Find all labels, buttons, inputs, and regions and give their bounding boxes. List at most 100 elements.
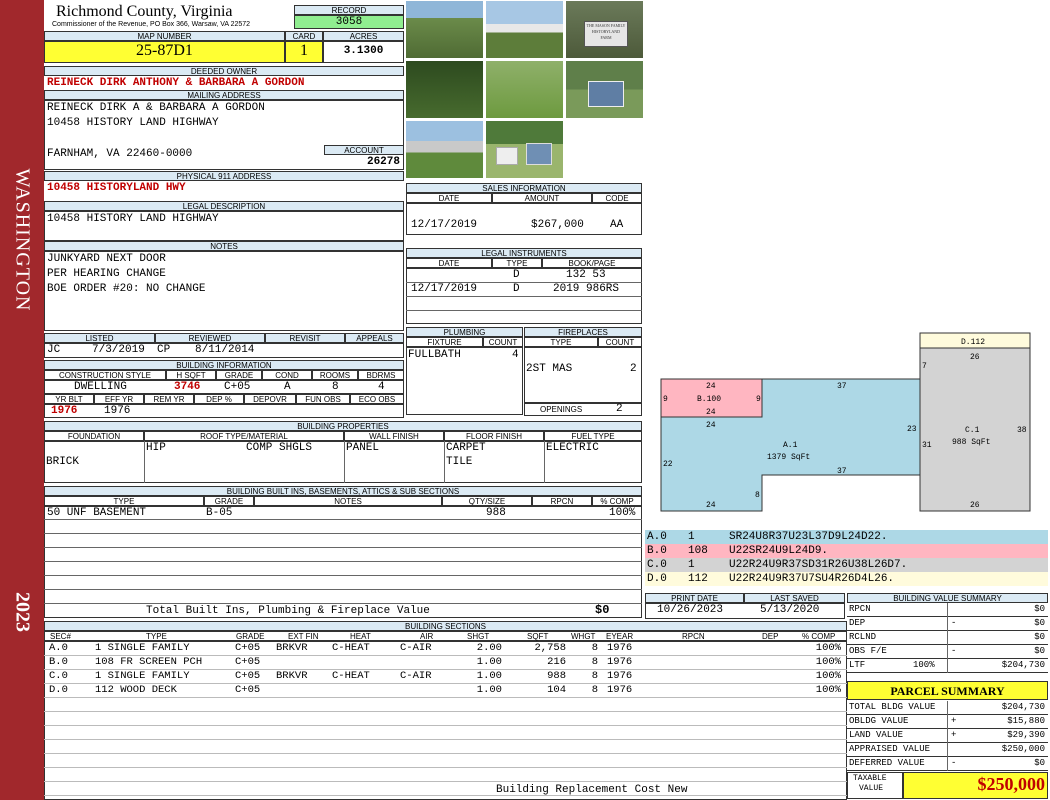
depovr-header: DEPOVR (244, 394, 296, 404)
section-grid-line (44, 725, 847, 726)
photo-shed-1[interactable] (565, 60, 644, 119)
props-div-2 (344, 441, 345, 483)
mailing-line1: REINECK DIRK A & BARBARA A GORDON (47, 102, 265, 114)
roof-type: HIP (146, 442, 166, 454)
section-cell-type: 108 FR SCREEN PCH (95, 656, 203, 668)
section-cell-comp: 100% (815, 656, 841, 668)
section-cell-grade: C+05 (235, 656, 261, 668)
owner-name: REINECK DIRK ANTHONY & BARBARA A GORDON (47, 77, 305, 89)
fixture-header: FIXTURE (406, 337, 483, 347)
builtins-label: BUILDING BUILT INS, BASEMENTS, ATTICS & … (44, 486, 642, 496)
section-cell-air: C-AIR (400, 670, 432, 682)
bi-qty-header: QTY/SIZE (442, 496, 532, 506)
section-cell-grade: C+05 (235, 642, 261, 654)
section-grid-line (44, 683, 847, 684)
openings-label: OPENINGS (540, 405, 583, 414)
floor-header: FLOOR FINISH (444, 431, 544, 441)
photo-house-1[interactable] (405, 0, 484, 59)
vector-c-num: 1 (688, 559, 695, 571)
effective-year: 1976 (104, 405, 131, 417)
sec-h-type: TYPE (146, 632, 167, 641)
sketch-c-left: 31 (922, 441, 932, 450)
sketch-c-left-top: 23 (907, 425, 917, 434)
legal-description: 10458 HISTORY LAND HIGHWAY (47, 213, 219, 225)
section-grid-line (44, 655, 847, 656)
plumbing-label: PLUMBING (406, 327, 523, 337)
section-cell-ext: BRKVR (276, 642, 308, 654)
sketch-a-top: 37 (837, 382, 847, 391)
card-number: 1 (300, 42, 308, 59)
sign-text: THE MASON FAMILY HISTORYLAND FARM (586, 23, 626, 40)
sec-h-shgt: SHGT (467, 632, 490, 641)
section-row: D.0 112 WOOD DECK C+05 1.00 104 8 1976 100% (0, 683, 847, 697)
bi-line-3 (44, 547, 642, 548)
fp-count-header: COUNT (598, 337, 642, 347)
sec-h-dep: DEP (762, 632, 779, 641)
section-cell-shgt: 2.00 (476, 642, 502, 654)
section-cell-sec: A.0 (49, 642, 68, 654)
section-cell-whgt: 8 (591, 684, 598, 696)
sketch-b-right: 9 (756, 395, 761, 404)
legal-label: LEGAL DESCRIPTION (44, 201, 404, 211)
appeals-header: APPEALS (345, 333, 404, 343)
bi-line-4 (44, 561, 642, 562)
taxable-label-1: TAXABLE (853, 774, 887, 783)
sketch-d-left: 7 (922, 362, 927, 371)
plumbing-fixture: FULLBATH (408, 349, 461, 361)
section-grid-line (44, 711, 847, 712)
list-date: 7/3/2019 (92, 344, 145, 356)
section-grid-line (44, 669, 847, 670)
construction-style: DWELLING (74, 381, 127, 393)
bi-type: 50 UNF BASEMENT (47, 507, 147, 519)
section-row: C.0 1 SINGLE FAMILY C+05 BRKVR C-HEAT C-AIR 1.… (0, 669, 847, 683)
sketch-c-bottom: 26 (970, 501, 980, 510)
sketch-c-sqft: 988 SqFt (952, 438, 990, 447)
bldg-bdrms: 4 (378, 381, 385, 393)
sec-h-whgt: WHGT (571, 632, 596, 641)
vector-row-b: B.0 108 U22SR24U9L24D9. (645, 544, 1048, 558)
section-cell-sqft: 104 (547, 684, 566, 696)
section-cell-sec: C.0 (49, 670, 68, 682)
bi-line-5 (44, 575, 642, 576)
photo-house-2[interactable] (485, 0, 564, 59)
section-row: A.0 1 SINGLE FAMILY C+05 BRKVR C-HEAT C-AIR 2.… (0, 641, 847, 655)
section-cell-type: 1 SINGLE FAMILY (95, 642, 190, 654)
instr-type-header: TYPE (492, 258, 542, 268)
photo-shed-2[interactable] (485, 120, 564, 179)
sketch-a-step: 8 (755, 491, 760, 500)
hsqft-header: H SQFT (166, 370, 216, 380)
vs-divider (947, 603, 948, 673)
section-cell-shgt: 1.00 (476, 670, 502, 682)
bldg-cond: A (284, 381, 291, 393)
sketch-b-bottom: 24 (706, 408, 716, 417)
fp-type-header: TYPE (524, 337, 598, 347)
physical-address: 10458 HISTORYLAND HWY (47, 182, 186, 194)
funobs-header: FUN OBS (296, 394, 350, 404)
sec-h-sec: SEC# (50, 632, 71, 641)
photo-house-3[interactable] (405, 60, 484, 119)
photo-house-4[interactable] (405, 120, 484, 179)
year-built: 1976 (51, 405, 78, 417)
section-cell-sqft: 2,758 (534, 642, 566, 654)
vector-d-num: 112 (688, 573, 708, 585)
section-cell-eyear: 1976 (607, 670, 633, 682)
sketch-a-bottom: 24 (706, 501, 716, 510)
bi-comp-header: % COMP (592, 496, 642, 506)
ecoobs-header: ECO OBS (350, 394, 404, 404)
floor-finish-1: CARPET (446, 442, 486, 454)
bi-grade-header: GRADE (204, 496, 254, 506)
section-cell-type: 1 SINGLE FAMILY (95, 670, 190, 682)
floor-finish-2: TILE (446, 456, 473, 468)
photo-sign[interactable]: THE MASON FAMILY HISTORYLAND FARM (565, 0, 644, 59)
fuel-type: ELECTRIC (546, 442, 599, 454)
owner-label: DEEDED OWNER (44, 66, 404, 76)
plumb-count-header: COUNT (483, 337, 523, 347)
mailing-label: MAILING ADDRESS (44, 90, 404, 100)
instr-r1-book: 132 53 (566, 269, 606, 281)
builtins-total-label: Total Built Ins, Plumbing & Fireplace Va… (146, 605, 430, 617)
card-label: CARD (285, 31, 323, 41)
photo-yard[interactable] (485, 60, 564, 119)
listed-header: LISTED (44, 333, 155, 343)
roof-material: COMP SHGLS (246, 442, 313, 454)
effyr-header: EFF YR (94, 394, 144, 404)
